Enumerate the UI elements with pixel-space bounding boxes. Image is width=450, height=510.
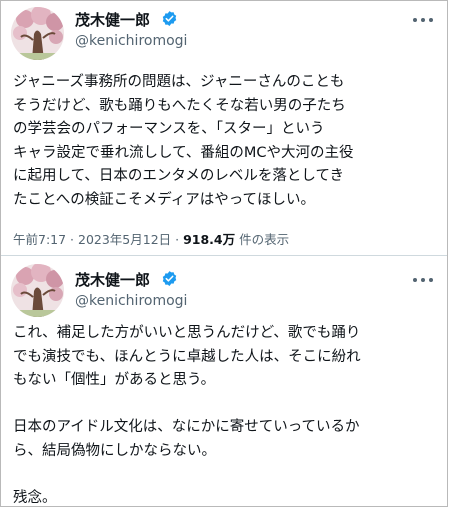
tweet-2[interactable]: 茂木健一郎 @kenichiromogi これ、補足した方がいいと思うんだけど、…	[1, 256, 447, 510]
avatar[interactable]	[11, 7, 64, 60]
meta-dot: ·	[66, 232, 78, 247]
meta-dot: ·	[171, 232, 184, 247]
verified-badge-icon	[162, 11, 177, 26]
tweet-text: ジャニーズ事務所の問題は、ジャニーさんのことも そうだけど、歌も踊りもへたくそな…	[13, 74, 354, 208]
tweet-thread: 茂木健一郎 @kenichiromogi ジャニーズ事務所の問題は、ジャニーさん…	[0, 0, 448, 507]
views-label: 件の表示	[235, 232, 290, 247]
avatar[interactable]	[11, 264, 64, 317]
author-handle[interactable]: @kenichiromogi	[75, 33, 187, 49]
tweet-time[interactable]: 午前7:17	[13, 232, 66, 247]
tweet-date[interactable]: 2023年5月12日	[78, 232, 171, 247]
author-handle[interactable]: @kenichiromogi	[75, 293, 187, 309]
author-name[interactable]: 茂木健一郎	[75, 9, 150, 30]
tweet-meta: 午前7:17 · 2023年5月12日 · 918.4万 件の表示	[13, 229, 289, 248]
more-options-icon[interactable]	[413, 276, 433, 284]
tweet-text: これ、補足した方がいいと思うんだけど、歌でも踊り でも演技でも、ほんとうに卓越し…	[13, 325, 361, 506]
tweet-1[interactable]: 茂木健一郎 @kenichiromogi ジャニーズ事務所の問題は、ジャニーさん…	[1, 1, 447, 256]
more-options-icon[interactable]	[413, 16, 433, 24]
author-name[interactable]: 茂木健一郎	[75, 269, 150, 290]
views-count[interactable]: 918.4万	[183, 232, 235, 247]
verified-badge-icon	[162, 271, 177, 286]
